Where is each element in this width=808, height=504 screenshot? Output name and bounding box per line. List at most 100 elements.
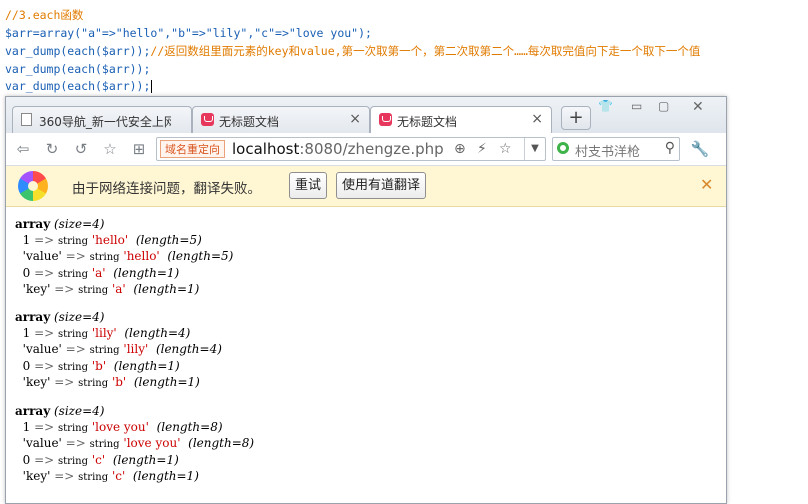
var-dump-block: array (size=4) 1 => string 'love you' (l…: [15, 404, 254, 486]
reload-icon[interactable]: ↻: [42, 139, 62, 159]
dump-entry: 'key' => string 'c' (length=1): [15, 469, 254, 486]
type-label: string: [89, 439, 120, 451]
tab-label: 360导航_新一代安全上网: [39, 115, 171, 129]
entry-key: 'key': [22, 469, 51, 484]
arrow-symbol: =>: [61, 249, 90, 264]
entry-length: (length=1): [130, 375, 200, 390]
entry-length: (length=5): [163, 249, 234, 264]
star-icon[interactable]: ☆: [499, 141, 512, 157]
type-label: string: [89, 252, 120, 264]
dump-header: array (size=4): [15, 404, 254, 420]
nav-toolbar: ⇦ ↻ ↺ ☆ ⊞ 域名重定向 localhost:8080/zhengze.p…: [6, 133, 726, 166]
dump-entry: 'value' => string 'hello' (length=5): [15, 249, 234, 266]
type-label: string: [58, 422, 89, 434]
domain-redirect-badge[interactable]: 域名重定向: [160, 140, 225, 158]
type-label: string: [78, 472, 109, 484]
close-icon[interactable]: ✕: [700, 175, 713, 194]
arrow-symbol: =>: [30, 452, 59, 467]
zoom-icon[interactable]: ⊕: [454, 141, 466, 157]
entry-value: 'b': [91, 358, 107, 373]
array-keyword: array: [15, 217, 51, 231]
entry-value: 'lily': [123, 342, 149, 357]
search-box[interactable]: 村支书洋枪 ⚲: [552, 137, 680, 161]
address-bar[interactable]: 域名重定向 localhost:8080/zhengze.php ⊕ ⚡ ☆ ▼: [156, 137, 546, 161]
close-window-icon[interactable]: ✕: [692, 99, 704, 115]
undo-icon[interactable]: ↺: [71, 139, 91, 159]
arrow-symbol: =>: [30, 419, 59, 434]
entry-value: 'love you': [123, 436, 181, 451]
entry-value: 'a': [111, 282, 126, 297]
array-keyword: array: [15, 404, 51, 418]
tab-label: 无标题文档: [219, 115, 280, 129]
tab-360-nav[interactable]: 360导航_新一代安全上网: [12, 106, 192, 133]
close-icon[interactable]: ×: [349, 111, 361, 127]
dump-entry: 0 => string 'a' (length=1): [15, 266, 233, 283]
tab-untitled-1[interactable]: 无标题文档 ×: [192, 106, 370, 133]
dump-entry: 'key' => string 'a' (length=1): [15, 282, 233, 299]
close-icon[interactable]: ×: [531, 111, 543, 127]
arrow-symbol: =>: [30, 265, 59, 280]
maximize-icon[interactable]: ▢: [658, 99, 669, 113]
var-dump-block: array (size=4) 1 => string 'hello' (leng…: [15, 217, 233, 299]
arrow-symbol: =>: [30, 358, 59, 373]
entry-key: 'value': [22, 436, 62, 451]
arrow-symbol: =>: [30, 325, 59, 340]
entry-value: 'hello': [91, 232, 129, 247]
entry-value: 'hello': [123, 249, 160, 264]
page-icon: [21, 113, 32, 126]
tab-untitled-2[interactable]: 无标题文档 ×: [370, 106, 552, 133]
red-page-icon: [379, 113, 392, 126]
entry-key: 'key': [22, 282, 51, 297]
array-size: (size=4): [54, 310, 105, 324]
array-size: (size=4): [54, 404, 105, 418]
dump-entry: 0 => string 'b' (length=1): [15, 359, 222, 376]
arrow-symbol: =>: [61, 342, 90, 357]
tab-strip: 360导航_新一代安全上网 无标题文档 × 无标题文档 × + 👕 ▭ ▢ ✕: [6, 97, 726, 133]
red-page-icon: [201, 113, 214, 126]
entry-length: (length=4): [120, 325, 191, 340]
entry-value: 'love you': [91, 419, 149, 434]
translate-bar: 由于网络连接问题，翻译失败。 重试 使用有道翻译 ✕: [6, 166, 726, 207]
youdao-translate-button[interactable]: 使用有道翻译: [336, 172, 427, 199]
code-line-1: //3.each函数: [5, 8, 84, 22]
url-text[interactable]: localhost:8080/zhengze.php: [232, 140, 444, 158]
minimize-icon[interactable]: ▭: [631, 99, 642, 113]
dump-entry: 'key' => string 'b' (length=1): [15, 375, 222, 392]
search-engine-icon: [557, 142, 569, 154]
type-label: string: [58, 268, 89, 280]
apps-grid-icon[interactable]: ⊞: [129, 139, 149, 159]
code-line-5: var_dump(each($arr));: [5, 79, 153, 93]
favorite-star-icon[interactable]: ☆: [100, 139, 120, 159]
translate-logo-icon: [18, 171, 48, 201]
code-line-3: var_dump(each($arr));//返回数组里面元素的key和valu…: [5, 44, 701, 58]
dump-header: array (size=4): [15, 217, 233, 233]
entry-value: 'c': [111, 469, 126, 484]
entry-value: 'a': [91, 265, 106, 280]
chevron-down-icon[interactable]: ▼: [524, 138, 545, 160]
search-icon[interactable]: ⚲: [665, 140, 675, 156]
entry-length: (length=1): [109, 265, 180, 280]
new-tab-button[interactable]: +: [561, 106, 591, 130]
var-dump-block: array (size=4) 1 => string 'lily' (lengt…: [15, 310, 222, 392]
entry-length: (length=1): [129, 282, 200, 297]
back-icon[interactable]: ⇦: [13, 139, 33, 159]
entry-length: (length=8): [184, 436, 255, 451]
skin-icon[interactable]: 👕: [598, 99, 613, 113]
entry-value: 'c': [91, 452, 106, 467]
arrow-symbol: =>: [61, 436, 90, 451]
type-label: string: [78, 378, 109, 390]
tab-label: 无标题文档: [397, 115, 458, 129]
type-label: string: [58, 361, 89, 373]
entry-value: 'lily': [91, 325, 117, 340]
search-input[interactable]: 村支书洋枪: [575, 141, 640, 160]
entry-length: (length=5): [132, 232, 202, 247]
arrow-symbol: =>: [30, 232, 59, 247]
translate-error-message: 由于网络连接问题，翻译失败。: [72, 181, 261, 197]
code-editor[interactable]: //3.each函数 $arr=array("a"=>"hello","b"=>…: [0, 0, 808, 100]
entry-key: 'key': [22, 375, 51, 390]
tools-wrench-icon[interactable]: 🔧: [690, 139, 710, 159]
code-line-2: $arr=array("a"=>"hello","b"=>"lily","c"=…: [5, 26, 372, 40]
retry-button[interactable]: 重试: [289, 172, 328, 199]
lightning-icon[interactable]: ⚡: [477, 141, 487, 157]
arrow-symbol: =>: [50, 375, 79, 390]
